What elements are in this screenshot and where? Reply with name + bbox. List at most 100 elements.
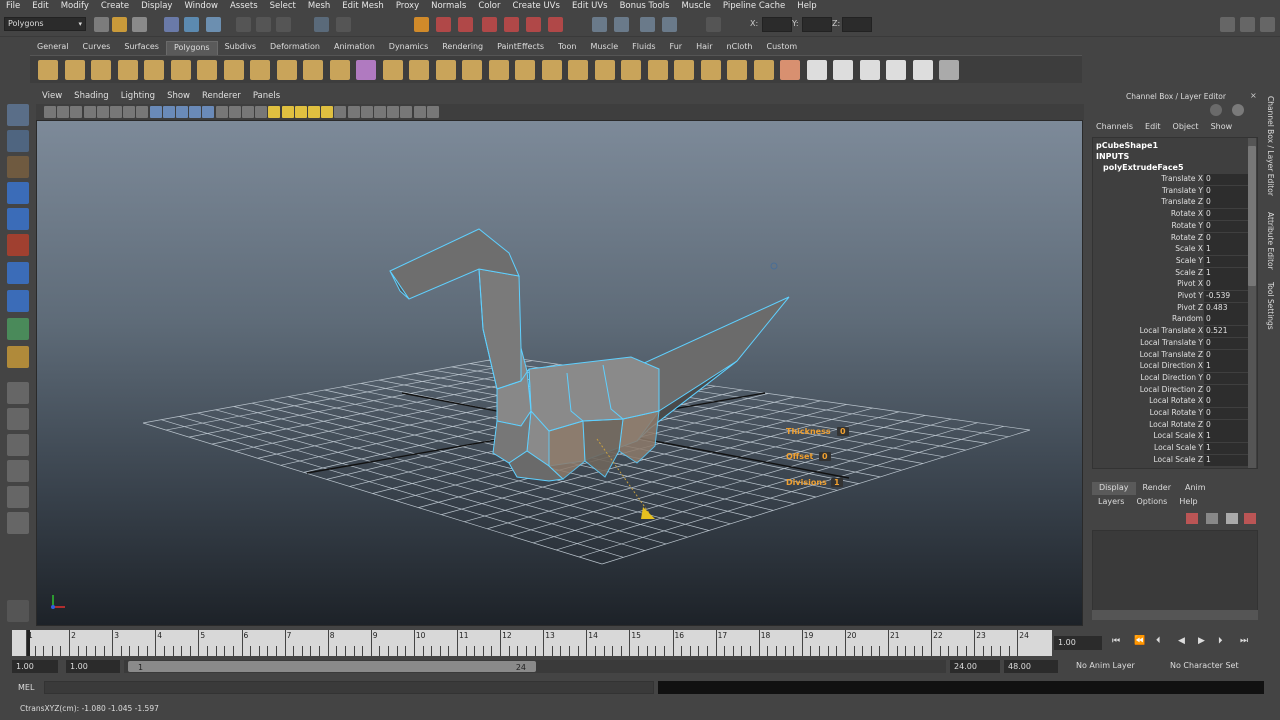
channel-menu-edit[interactable]: Edit <box>1139 122 1167 134</box>
layout-toggle-icon[interactable] <box>1240 17 1255 32</box>
side-tab[interactable]: Attribute Editor <box>1266 212 1275 270</box>
shelf-tool-icon[interactable] <box>886 60 906 80</box>
y-field[interactable] <box>802 17 832 32</box>
menu-edit-mesh[interactable]: Edit Mesh <box>336 1 390 11</box>
new-scene-icon[interactable] <box>94 17 109 32</box>
channel-value[interactable]: 1 <box>1204 431 1248 443</box>
channel-row[interactable]: Rotate Y0 <box>1093 220 1248 233</box>
channel-value[interactable]: 0 <box>1204 232 1248 244</box>
play-forward-icon[interactable]: ▶ <box>1198 636 1205 646</box>
step-forward-icon[interactable]: ⏵ <box>1218 636 1223 646</box>
snap-grid-icon[interactable] <box>236 17 251 32</box>
shelf-tool-icon[interactable] <box>621 60 641 80</box>
layer-tab-render[interactable]: Render <box>1136 482 1178 495</box>
shelf-tab-custom[interactable]: Custom <box>760 41 805 55</box>
channel-row[interactable]: Local Translate X 0.521 <box>1093 326 1248 338</box>
shelf-tool-icon[interactable] <box>912 60 933 80</box>
panel-tool-icon[interactable] <box>57 106 70 118</box>
panel-tool-icon[interactable] <box>44 106 56 118</box>
move-tool-icon[interactable] <box>7 182 29 204</box>
shelf-tab-surfaces[interactable]: Surfaces <box>117 41 166 55</box>
character-set-dropdown[interactable]: No Character Set <box>1170 661 1239 670</box>
panel-menu-panels[interactable]: Panels <box>247 91 286 103</box>
panel-tool-icon[interactable] <box>360 106 373 118</box>
channel-row[interactable]: Translate Z0 <box>1093 197 1248 209</box>
shelf-tab-rendering[interactable]: Rendering <box>435 41 490 55</box>
channel-value[interactable]: 0 <box>1204 337 1248 349</box>
menu-window[interactable]: Window <box>178 1 224 11</box>
hypershade-layout-icon[interactable] <box>7 486 29 508</box>
menu-edit-uvs[interactable]: Edit UVs <box>566 1 614 11</box>
channel-row[interactable]: Random 0 <box>1093 314 1248 326</box>
shelf-tab-dynamics[interactable]: Dynamics <box>382 41 435 55</box>
panel-tool-icon[interactable] <box>149 106 162 118</box>
shelf-tool-icon[interactable] <box>753 60 774 80</box>
history-icon[interactable] <box>314 17 329 32</box>
last-tool-icon[interactable] <box>7 346 29 368</box>
lasso-tool-icon[interactable] <box>7 130 29 152</box>
menu-pipeline-cache[interactable]: Pipeline Cache <box>717 1 791 11</box>
shelf-tab-curves[interactable]: Curves <box>76 41 118 55</box>
channel-row[interactable]: Scale Z1 <box>1093 267 1248 280</box>
panel-tool-icon[interactable] <box>202 106 215 118</box>
start-time-field[interactable]: 1.00 <box>12 660 58 673</box>
menu-set-dropdown[interactable]: Polygons ▾ <box>4 17 86 31</box>
show-manipulator-icon[interactable] <box>7 318 29 340</box>
select-hierarchy-icon[interactable] <box>164 17 179 32</box>
anim-layer-dropdown[interactable]: No Anim Layer <box>1076 661 1135 670</box>
render-view-icon[interactable] <box>504 17 519 32</box>
shelf-tool-icon[interactable] <box>833 60 853 80</box>
shelf-tool-icon[interactable] <box>303 60 323 80</box>
shelf-tab-subdivs[interactable]: Subdivs <box>218 41 263 55</box>
menu-normals[interactable]: Normals <box>425 1 472 11</box>
panel-tool-icon[interactable] <box>83 106 96 118</box>
channel-row[interactable]: Local Rotate X0 <box>1093 396 1248 408</box>
channel-row[interactable]: Scale Y1 <box>1093 255 1248 268</box>
channel-value[interactable]: 0 <box>1204 185 1248 197</box>
shelf-tab-polygons[interactable]: Polygons <box>165 41 218 55</box>
menu-muscle[interactable]: Muscle <box>675 1 716 11</box>
channel-menu-show[interactable]: Show <box>1205 122 1239 134</box>
menu-mesh[interactable]: Mesh <box>302 1 336 11</box>
shelf-tool-icon[interactable] <box>594 60 615 80</box>
panel-tool-icon[interactable] <box>215 106 228 118</box>
panel-tool-icon[interactable] <box>110 106 122 118</box>
shape-name[interactable]: pCubeShape1 <box>1096 141 1158 150</box>
shelf-tool-icon[interactable] <box>541 60 562 80</box>
panel-option-icon[interactable] <box>1232 104 1244 116</box>
lock-icon[interactable] <box>336 17 351 32</box>
go-to-start-icon[interactable]: ⏮ <box>1112 636 1120 646</box>
layout-toggle-icon[interactable] <box>1260 17 1275 32</box>
shelf-tool-icon[interactable] <box>727 60 747 80</box>
channel-value[interactable]: 0 <box>1204 220 1248 232</box>
input-node-name[interactable]: polyExtrudeFace5 <box>1103 163 1184 172</box>
select-tool-icon[interactable] <box>7 104 29 126</box>
side-tab[interactable]: Channel Box / Layer Editor <box>1266 96 1275 196</box>
command-language-label[interactable]: MEL <box>18 683 34 692</box>
shelf-tool-icon[interactable] <box>409 60 429 80</box>
scale-tool-icon[interactable] <box>7 234 29 256</box>
channel-value[interactable]: 0 <box>1204 197 1248 209</box>
channel-row[interactable]: Pivot X0 <box>1093 279 1248 291</box>
playback-start-field[interactable]: 1.00 <box>66 660 120 673</box>
command-input[interactable] <box>44 681 654 694</box>
channel-value[interactable]: 1 <box>1204 361 1248 373</box>
shelf-tool-icon[interactable] <box>806 60 827 80</box>
menu-color[interactable]: Color <box>472 1 506 11</box>
sidebar-toggle-icon[interactable] <box>614 17 629 32</box>
offset-value[interactable]: 0 <box>819 452 831 461</box>
panel-tool-icon[interactable] <box>228 106 241 118</box>
channel-row[interactable]: Local Direction Z0 <box>1093 384 1248 397</box>
menu-file[interactable]: File <box>0 1 26 11</box>
layer-list[interactable] <box>1092 530 1258 614</box>
channel-row[interactable]: Rotate Z0 <box>1093 232 1248 245</box>
shelf-tool-icon[interactable] <box>197 60 217 80</box>
range-track[interactable]: 1 24 <box>124 660 946 673</box>
panel-tool-icon[interactable] <box>255 106 268 118</box>
render-region-icon[interactable] <box>548 17 563 32</box>
shelf-tool-icon[interactable] <box>64 60 85 80</box>
panel-tool-icon[interactable] <box>281 106 294 118</box>
end-time-field[interactable]: 48.00 <box>1004 660 1058 673</box>
channel-row[interactable]: Pivot Z 0.483 <box>1093 302 1248 315</box>
hypershade-icon[interactable] <box>482 17 497 32</box>
